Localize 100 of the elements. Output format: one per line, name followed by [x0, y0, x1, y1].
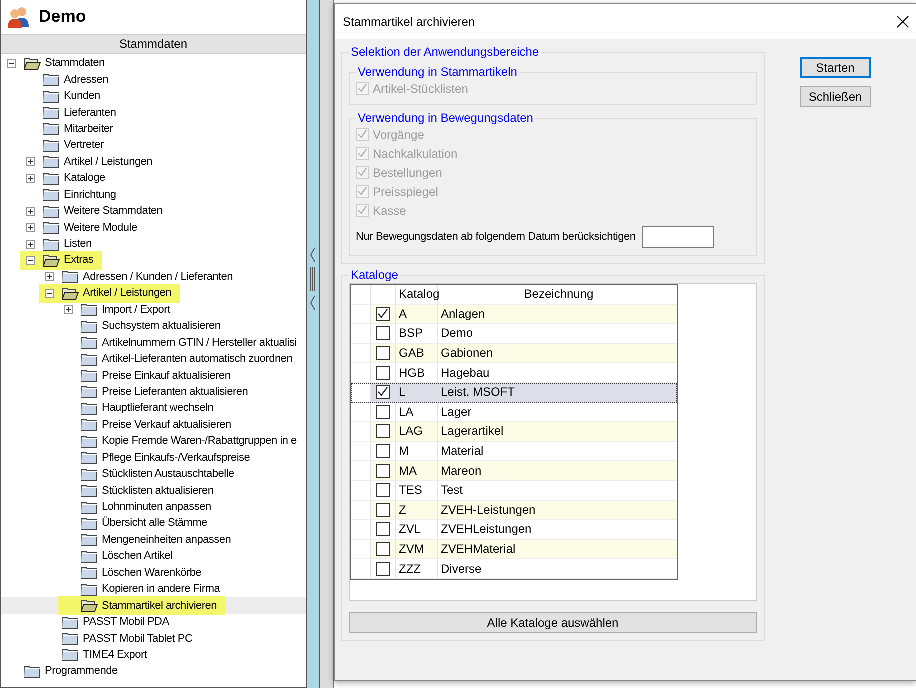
- tree-item[interactable]: PASST Mobil Tablet PC: [83, 632, 193, 645]
- tree-item[interactable]: Artikel / Leistungen: [83, 287, 172, 300]
- folder-icon: [43, 122, 60, 136]
- folder-icon: [81, 468, 98, 481]
- expand-icon[interactable]: [64, 305, 73, 314]
- tree-item[interactable]: Mengeneinheiten anpassen: [102, 534, 232, 546]
- checkbox[interactable]: [376, 346, 390, 360]
- expand-icon[interactable]: [26, 174, 35, 183]
- tree-item[interactable]: Stammartikel archivieren: [102, 600, 218, 612]
- table-cell: L: [396, 382, 438, 402]
- table-cell: Leist. MSOFT: [438, 382, 677, 402]
- table-cell-text: ZVEHLeistungen: [440, 521, 533, 538]
- checkbox[interactable]: [376, 366, 390, 380]
- table-cell: ZVL: [396, 520, 438, 539]
- tree-item[interactable]: Preise Lieferanten aktualisieren: [102, 386, 248, 398]
- tree-item[interactable]: Stammdaten: [45, 57, 105, 70]
- column-header[interactable]: Katalog: [396, 285, 438, 304]
- expand-icon[interactable]: [45, 272, 54, 282]
- tree-item[interactable]: Kopieren in andere Firma: [102, 583, 220, 596]
- collapse-icon[interactable]: [26, 256, 35, 265]
- tree-item[interactable]: TIME4 Export: [83, 648, 148, 661]
- tree-item[interactable]: Adressen / Kunden / Lieferanten: [83, 270, 234, 283]
- table-cell: Mareon: [438, 461, 677, 480]
- checkbox[interactable]: [376, 562, 390, 576]
- column-header[interactable]: Bezeichnung: [438, 285, 677, 304]
- folder-icon: [81, 484, 98, 498]
- tree-item[interactable]: Listen: [64, 238, 92, 250]
- tree-item[interactable]: Artikel-Lieferanten automatisch zuordnen: [102, 353, 293, 366]
- checkbox[interactable]: [376, 464, 390, 478]
- tree-item[interactable]: Kopie Fremde Waren-/Rabattgruppen in e: [102, 435, 297, 448]
- folder-icon: [81, 402, 98, 415]
- checkbox[interactable]: [376, 404, 390, 419]
- tree-item[interactable]: Programmende: [45, 665, 118, 678]
- tree-item[interactable]: Vertreter: [64, 139, 104, 152]
- checkbox[interactable]: [376, 424, 390, 438]
- folder-icon: [43, 155, 60, 168]
- checkbox[interactable]: [376, 385, 390, 400]
- tree-item[interactable]: Stücklisten aktualisieren: [102, 484, 214, 497]
- folder-icon: [62, 632, 79, 646]
- expand-icon[interactable]: [26, 240, 35, 249]
- checkbox[interactable]: [376, 502, 390, 517]
- checkbox-label: Preisspiegel: [373, 184, 438, 198]
- collapse-icon[interactable]: [7, 58, 16, 68]
- tree-item[interactable]: Preise Einkauf aktualisieren: [102, 370, 231, 382]
- checkbox[interactable]: [376, 542, 390, 556]
- close-icon[interactable]: [897, 16, 909, 28]
- open-folder-icon: [62, 286, 79, 300]
- folder-icon: [81, 451, 98, 464]
- expand-icon[interactable]: [26, 223, 35, 232]
- folder-icon: [81, 533, 98, 546]
- checkbox[interactable]: [376, 522, 390, 536]
- tree-item[interactable]: Kataloge: [64, 172, 106, 184]
- tree-item[interactable]: Weitere Stammdaten: [64, 205, 163, 218]
- folder-icon: [43, 138, 60, 152]
- folder-icon: [81, 500, 98, 514]
- app-title: Demo: [39, 7, 86, 27]
- tree-item[interactable]: Suchsystem aktualisieren: [102, 320, 221, 332]
- tree-item[interactable]: Artikelnummern GTIN / Hersteller aktualisi: [102, 336, 297, 349]
- group-title: Selektion der Anwendungsbereiche: [350, 45, 540, 59]
- tree-item[interactable]: Pflege Einkaufs-/Verkaufspreise: [102, 452, 250, 464]
- selected-row[interactable]: L Leist. MSOFT: [351, 382, 677, 403]
- dialog-button[interactable]: Schließen: [800, 86, 871, 107]
- expand-icon[interactable]: [26, 157, 35, 166]
- tree-item[interactable]: Lieferanten: [64, 106, 116, 119]
- tree-item[interactable]: Kunden: [64, 90, 100, 102]
- tree-item[interactable]: Hauptlieferant wechseln: [102, 402, 214, 414]
- tree-item[interactable]: Preise Verkauf aktualisieren: [102, 418, 232, 431]
- tree-item[interactable]: Löschen Warenkörbe: [102, 566, 202, 579]
- tree-item[interactable]: Artikel / Leistungen: [64, 156, 153, 168]
- tree-item[interactable]: Übersicht alle Stämme: [102, 517, 208, 530]
- tree-item[interactable]: Adressen: [64, 74, 108, 86]
- folder-icon: [24, 664, 41, 678]
- folder-icon: [81, 550, 98, 563]
- date-field[interactable]: [642, 226, 714, 248]
- tree-item[interactable]: Import / Export: [102, 304, 170, 316]
- tree-item[interactable]: Extras: [64, 254, 94, 266]
- folder-icon: [43, 106, 60, 120]
- folder-icon: [81, 418, 98, 432]
- checkbox[interactable]: [376, 306, 390, 321]
- table-cell: ZVM: [396, 540, 438, 558]
- tree-item[interactable]: Einrichtung: [64, 188, 116, 201]
- checkbox[interactable]: [376, 444, 390, 458]
- tree-item[interactable]: Stücklisten Austauschtabelle: [102, 468, 234, 480]
- tree-item[interactable]: PASST Mobil PDA: [83, 616, 170, 628]
- collapse-icon[interactable]: [45, 288, 54, 298]
- checkbox[interactable]: [376, 326, 390, 340]
- dialog-button[interactable]: Starten: [800, 57, 871, 78]
- group-title: Verwendung in Stammartikeln: [357, 65, 518, 79]
- tree-item[interactable]: Löschen Artikel: [102, 550, 173, 562]
- tree-item[interactable]: Lohnminuten anpassen: [102, 501, 212, 514]
- folder-icon: [43, 73, 60, 86]
- select-all-button[interactable]: Alle Kataloge auswählen: [349, 612, 757, 633]
- splitter[interactable]: [306, 0, 320, 688]
- tree-item[interactable]: Mitarbeiter: [64, 122, 114, 135]
- checkbox[interactable]: [376, 483, 390, 498]
- folder-icon: [81, 352, 98, 366]
- folder-icon: [81, 385, 98, 398]
- folder-icon: [43, 188, 60, 202]
- tree-item[interactable]: Weitere Module: [64, 222, 138, 234]
- expand-icon[interactable]: [26, 206, 35, 216]
